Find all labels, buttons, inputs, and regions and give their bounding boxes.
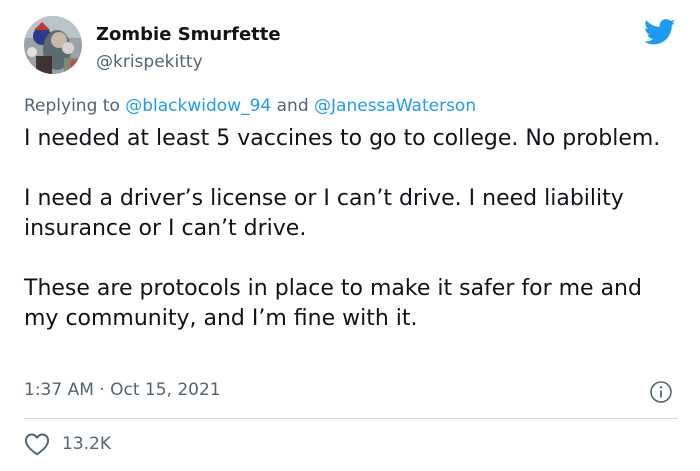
tweet-paragraph: These are protocols in place to make it … <box>24 276 642 331</box>
tweet-timestamp[interactable]: 1:37 AM · Oct 15, 2021 <box>24 380 221 400</box>
mention-link[interactable]: @blackwidow_94 <box>125 96 271 116</box>
avatar[interactable] <box>24 16 82 74</box>
tweet-paragraph: I needed at least 5 vaccines to go to co… <box>24 126 661 151</box>
like-button[interactable]: 13.2K <box>24 432 111 456</box>
reply-context: Replying to @blackwidow_94 and @JanessaW… <box>24 96 476 116</box>
mention-link[interactable]: @JanessaWaterson <box>314 96 476 116</box>
author-handle[interactable]: @krispekitty <box>96 52 203 72</box>
twitter-bird-icon[interactable] <box>644 16 676 48</box>
tweet-body: I needed at least 5 vaccines to go to co… <box>24 124 664 364</box>
tweet-paragraph: I need a driver’s license or I can’t dri… <box>24 186 624 241</box>
reply-conjunction: and <box>276 96 309 116</box>
info-icon[interactable] <box>649 380 673 404</box>
divider <box>24 418 678 419</box>
reply-prefix: Replying to <box>24 96 120 116</box>
heart-icon <box>24 433 50 456</box>
author-display-name[interactable]: Zombie Smurfette <box>96 24 281 45</box>
tweet-card: Zombie Smurfette @krispekitty Replying t… <box>0 0 700 471</box>
avatar-image <box>24 16 82 74</box>
like-count: 13.2K <box>62 434 111 454</box>
